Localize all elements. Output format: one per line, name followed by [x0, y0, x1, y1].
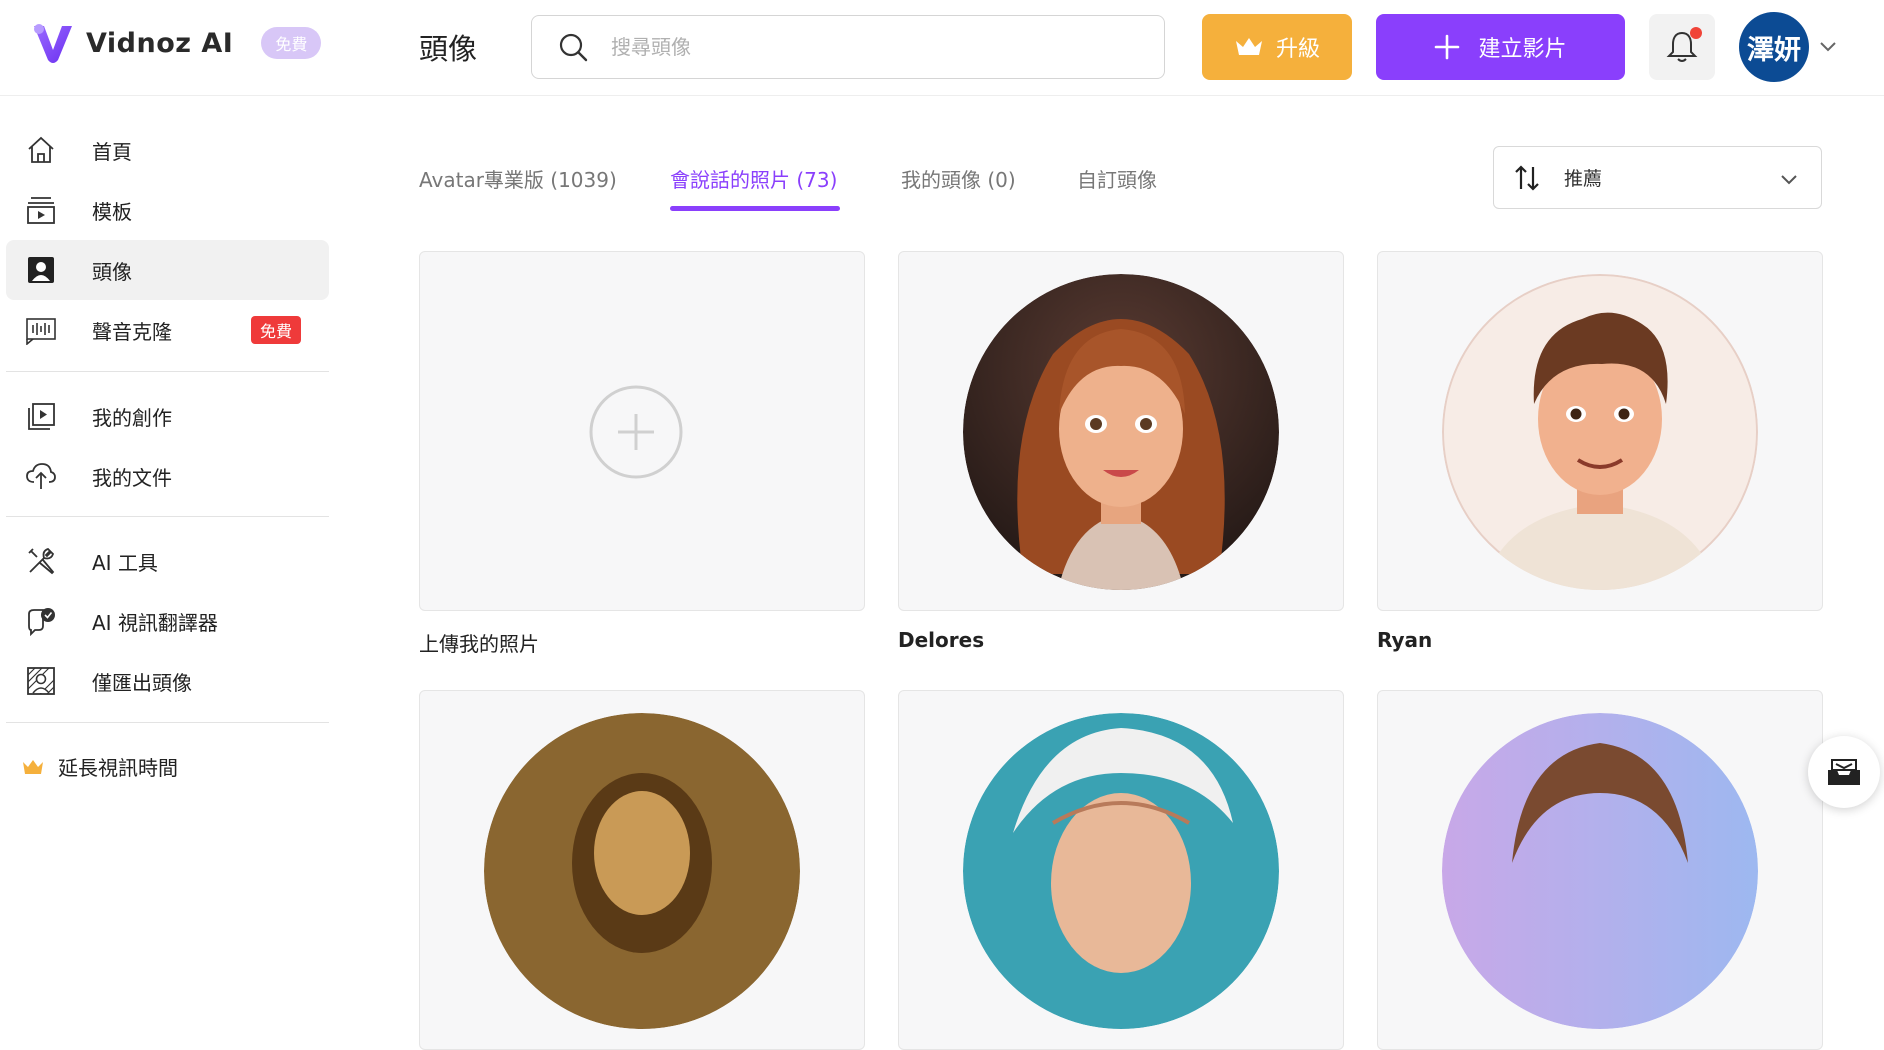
upgrade-button[interactable]: 升級 [1202, 14, 1352, 80]
card-label: Ryan [1377, 628, 1433, 652]
avatar-portrait-image [1442, 713, 1758, 1029]
tab-avatar-pro[interactable]: Avatar專業版 (1039) [419, 164, 617, 193]
crown-icon [23, 759, 43, 774]
sidebar-item-label: 僅匯出頭像 [92, 670, 192, 695]
avatar-card[interactable] [1377, 690, 1823, 1050]
sidebar-item-label: 模板 [92, 199, 132, 224]
sidebar: 首頁 模板 頭像 聲音克隆 免費 我的創作 我的文件 AI 工具 AI 視訊翻譯… [0, 96, 330, 810]
sort-icon [1515, 164, 1539, 191]
sidebar-item-label: 首頁 [92, 139, 132, 164]
active-tab-indicator [670, 206, 840, 211]
crown-icon [1235, 38, 1262, 55]
free-plan-badge: 免費 [261, 27, 322, 59]
extend-video-time-label: 延長視訊時間 [58, 756, 178, 780]
avatar-portrait-image [484, 713, 800, 1029]
avatar-icon [24, 253, 58, 287]
avatar-card[interactable] [898, 690, 1344, 1050]
home-icon [24, 133, 58, 167]
vidnoz-logo-icon [34, 24, 72, 63]
avatar-card[interactable] [419, 690, 865, 1050]
avatar-portrait-image [1442, 274, 1758, 590]
tab-talking-photos[interactable]: 會說話的照片 (73) [670, 164, 837, 193]
notifications-button[interactable] [1649, 14, 1715, 80]
free-badge: 免費 [251, 316, 302, 344]
add-circle-icon [589, 385, 683, 479]
sidebar-item-home[interactable]: 首頁 [6, 120, 329, 180]
logo-text: Vidnoz AI [86, 27, 234, 59]
chevron-down-icon[interactable] [1818, 36, 1838, 56]
sidebar-divider [6, 722, 329, 723]
search-input[interactable] [611, 35, 1131, 59]
sidebar-item-label: AI 視訊翻譯器 [92, 610, 218, 635]
plus-icon [1435, 34, 1460, 60]
avatar-portrait-image [963, 274, 1279, 590]
sidebar-item-label: 頭像 [92, 259, 132, 284]
cloud-upload-icon [24, 459, 58, 493]
notification-dot [1690, 27, 1702, 39]
play-stack-icon [24, 399, 58, 433]
sort-label: 推薦 [1564, 168, 1603, 190]
sidebar-divider [6, 371, 329, 372]
sidebar-item-ai-tools[interactable]: AI 工具 [6, 531, 329, 591]
chevron-down-icon [1781, 175, 1797, 185]
search-icon [559, 33, 588, 62]
sidebar-item-video-translator[interactable]: AI 視訊翻譯器 [6, 591, 329, 651]
template-icon [24, 193, 58, 227]
extend-video-time-link[interactable]: 延長視訊時間 [22, 752, 178, 781]
card-label: Delores [898, 628, 985, 652]
avatar-card[interactable] [898, 251, 1344, 611]
tab-custom-avatar[interactable]: 自訂頭像 [1077, 164, 1157, 193]
upgrade-label: 升級 [1275, 37, 1320, 62]
sidebar-item-export-avatar[interactable]: 僅匯出頭像 [6, 651, 329, 711]
inbox-icon [1828, 759, 1860, 785]
sidebar-item-my-files[interactable]: 我的文件 [6, 446, 329, 506]
sidebar-item-my-creations[interactable]: 我的創作 [6, 386, 329, 446]
create-video-label: 建立影片 [1478, 37, 1567, 62]
sidebar-item-avatars[interactable]: 頭像 [6, 240, 329, 300]
card-label: 上傳我的照片 [419, 632, 539, 656]
user-avatar[interactable]: 澤妍 [1739, 12, 1809, 82]
sidebar-item-label: AI 工具 [92, 550, 158, 575]
sort-dropdown[interactable]: 推薦 [1493, 146, 1822, 209]
create-video-button[interactable]: 建立影片 [1376, 14, 1625, 80]
export-avatar-icon [24, 664, 58, 698]
page-title: 頭像 [419, 32, 478, 66]
upload-photo-card[interactable] [419, 251, 865, 611]
inbox-chat-button[interactable] [1808, 736, 1880, 808]
avatar-portrait-image [963, 713, 1279, 1029]
avatar-card[interactable] [1377, 251, 1823, 611]
vidnoz-logo[interactable]: Vidnoz AI 免費 [30, 20, 322, 66]
voice-wave-icon [24, 313, 58, 347]
sidebar-divider [6, 516, 329, 517]
sidebar-item-label: 我的文件 [92, 465, 172, 490]
sidebar-item-label: 聲音克隆 [92, 319, 172, 344]
tools-icon [24, 544, 58, 578]
sidebar-item-templates[interactable]: 模板 [6, 180, 329, 240]
sidebar-item-voice-clone[interactable]: 聲音克隆 免費 [6, 300, 329, 360]
tab-my-avatars[interactable]: 我的頭像 (0) [901, 164, 1016, 193]
sidebar-item-label: 我的創作 [92, 405, 172, 430]
top-header: Vidnoz AI 免費 頭像 升級 建立影片 澤妍 [0, 0, 1884, 96]
search-box[interactable] [531, 15, 1165, 79]
translate-icon [24, 604, 58, 638]
